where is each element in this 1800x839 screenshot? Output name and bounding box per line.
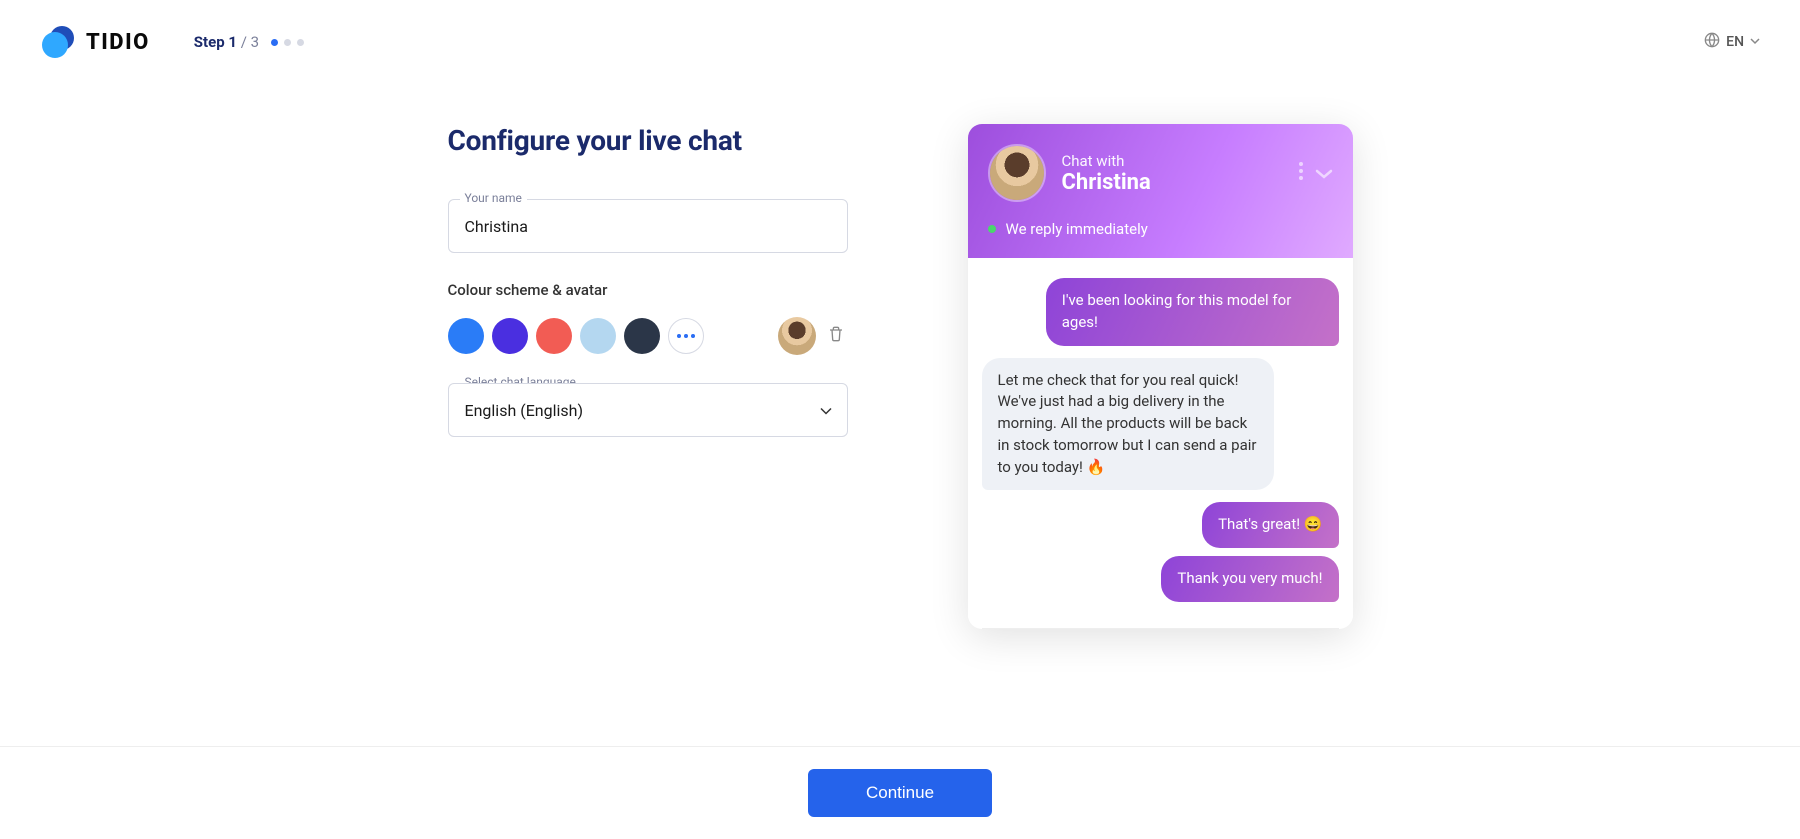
swatch-row: [448, 317, 848, 355]
chat-bubble: I've been looking for this model for age…: [1046, 278, 1339, 346]
header: TIDIO Step 1 / 3 EN: [0, 0, 1800, 84]
chat-reply-status: We reply immediately: [988, 220, 1333, 238]
caret-down-icon: [1750, 34, 1760, 50]
name-field: Your name: [448, 199, 848, 253]
header-left: TIDIO Step 1 / 3: [40, 24, 304, 60]
step-dot: [284, 39, 291, 46]
language-field: Select chat language English (English): [448, 383, 848, 437]
name-label: Your name: [460, 191, 527, 205]
chat-body: I've been looking for this model for age…: [968, 258, 1353, 622]
chat-title: Chat with Christina: [1062, 152, 1283, 195]
language-selector[interactable]: EN: [1704, 32, 1760, 52]
color-swatch[interactable]: [536, 318, 572, 354]
chat-preview: Chat with Christina We reply immediately…: [968, 124, 1353, 629]
chat-name: Christina: [1062, 170, 1283, 195]
color-section-label: Colour scheme & avatar: [448, 281, 848, 299]
language-select[interactable]: English (English): [448, 383, 848, 437]
logo-text: TIDIO: [86, 30, 150, 55]
chat-avatar: [988, 144, 1046, 202]
language-code: EN: [1726, 34, 1744, 50]
chat-input-divider: [982, 628, 1339, 629]
bottom-bar: Continue: [0, 746, 1800, 839]
chat-minimize-button[interactable]: [1315, 164, 1333, 183]
continue-button[interactable]: Continue: [808, 769, 992, 817]
chat-menu-button[interactable]: [1299, 162, 1303, 184]
logo-icon: [40, 24, 76, 60]
chat-bubble: That's great! 😄: [1202, 502, 1338, 548]
step-dots: [271, 39, 304, 46]
chat-bubble: Thank you very much!: [1161, 556, 1338, 602]
step-dot: [297, 39, 304, 46]
chat-actions: [1299, 162, 1333, 184]
chat-pre: Chat with: [1062, 152, 1283, 170]
step-dot: [271, 39, 278, 46]
chat-bubble: Let me check that for you real quick! We…: [982, 358, 1275, 491]
logo[interactable]: TIDIO: [40, 24, 150, 60]
delete-avatar-button[interactable]: [824, 321, 848, 351]
config-panel: Configure your live chat Your name Colou…: [448, 124, 848, 629]
color-swatch[interactable]: [624, 318, 660, 354]
globe-icon: [1704, 32, 1720, 52]
more-colors-button[interactable]: [668, 318, 704, 354]
main: Configure your live chat Your name Colou…: [0, 84, 1800, 749]
color-swatch[interactable]: [580, 318, 616, 354]
online-dot-icon: [988, 225, 996, 233]
step-indicator: Step 1 / 3: [194, 33, 304, 51]
color-swatch[interactable]: [448, 318, 484, 354]
page-title: Configure your live chat: [448, 124, 848, 157]
step-text: Step 1 / 3: [194, 33, 259, 51]
color-swatch[interactable]: [492, 318, 528, 354]
chat-header: Chat with Christina We reply immediately: [968, 124, 1353, 258]
avatar-thumbnail[interactable]: [778, 317, 816, 355]
name-input[interactable]: [448, 199, 848, 253]
